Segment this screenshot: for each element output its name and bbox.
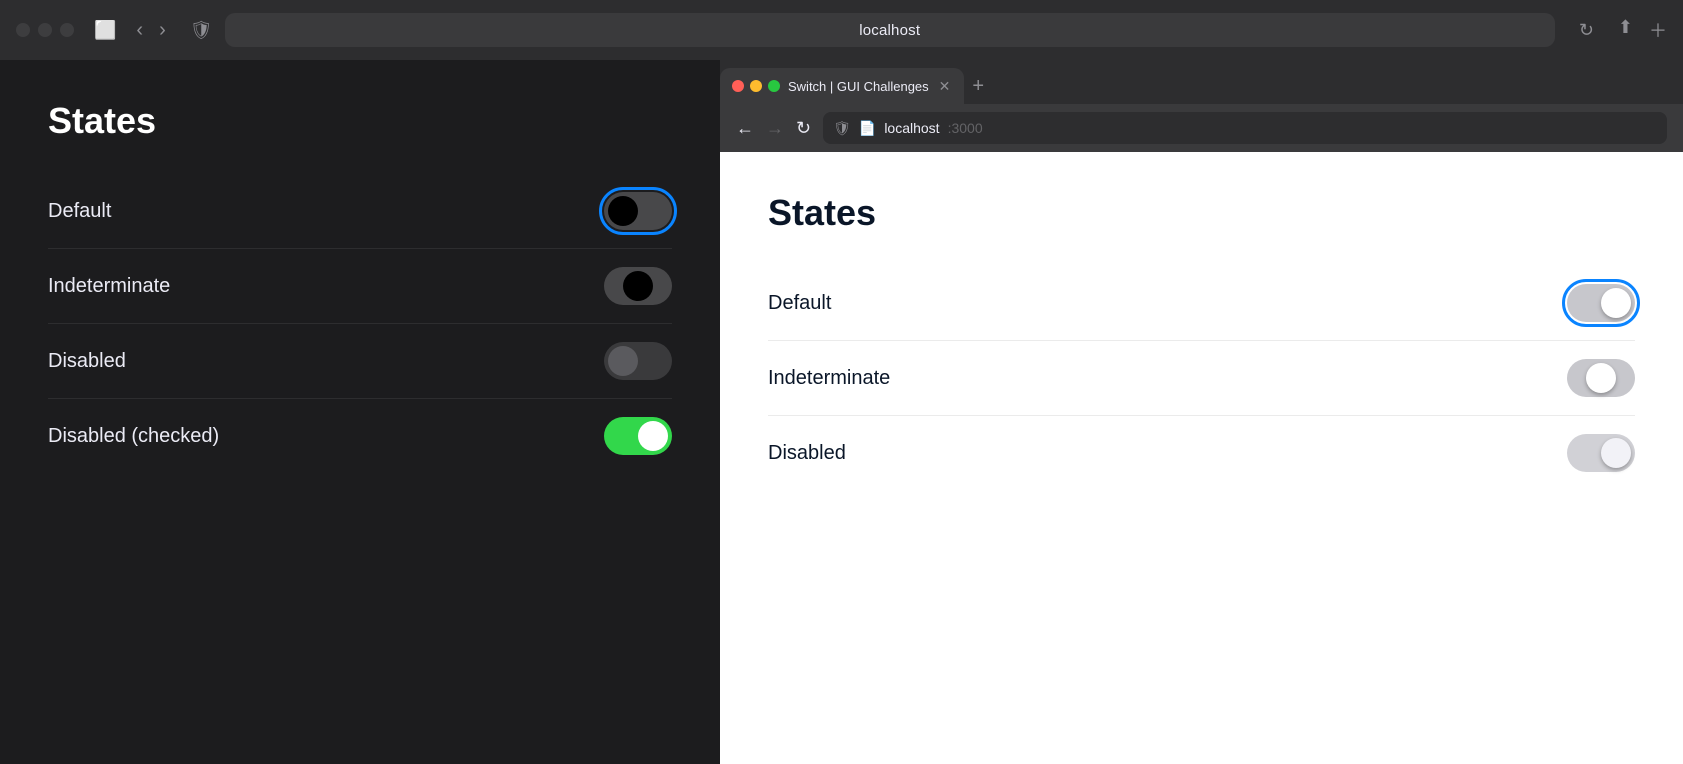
toggle-disabled-light (1567, 434, 1635, 472)
left-row-indeterminate: Indeterminate (48, 249, 672, 323)
right-label-default: Default (768, 292, 831, 315)
left-row-default: Default (48, 174, 672, 248)
url-port: :3000 (948, 120, 983, 136)
toggle-knob (638, 421, 668, 451)
toggle-knob (608, 196, 638, 226)
toggle-disabled-dark (604, 342, 672, 380)
forward-button[interactable]: › (155, 17, 170, 44)
share-icon[interactable]: ⬆ (1618, 17, 1633, 43)
right-row-indeterminate: Indeterminate (768, 341, 1635, 415)
url-shield-icon: 🛡 (833, 120, 851, 137)
right-toolbar: ⬆ ＋ (1618, 17, 1667, 43)
minimize-traffic-light[interactable] (38, 23, 52, 37)
left-section-title: States (48, 100, 672, 142)
tab-close-button[interactable]: ✕ (937, 76, 953, 97)
toggle-indeterminate-light[interactable] (1567, 359, 1635, 397)
address-text: localhost (859, 22, 920, 39)
toggle-default-light[interactable] (1567, 284, 1635, 322)
new-tab-button[interactable]: + (964, 68, 992, 104)
toggle-knob (623, 271, 653, 301)
reload-button[interactable]: ↻ (1579, 20, 1594, 41)
back-button[interactable]: ‹ (132, 17, 147, 44)
toggle-indeterminate-dark[interactable] (604, 267, 672, 305)
tab-min-dot[interactable] (750, 80, 762, 92)
left-label-disabled: Disabled (48, 350, 126, 373)
browser-content: States Default Indeterminate Disabled (720, 152, 1683, 764)
new-tab-icon[interactable]: ＋ (1649, 17, 1667, 43)
browser-chrome: ⬜ ‹ › 🛡 localhost ↻ ⬆ ＋ (0, 0, 1683, 60)
toggle-knob (1601, 438, 1631, 468)
toggle-default-dark[interactable] (604, 192, 672, 230)
tab-close-dot[interactable] (732, 80, 744, 92)
maximize-traffic-light[interactable] (60, 23, 74, 37)
toggle-knob (608, 346, 638, 376)
browser-window: Switch | GUI Challenges ✕ + ← → ↻ 🛡 📄 lo… (720, 60, 1683, 764)
tab-max-dot[interactable] (768, 80, 780, 92)
url-doc-icon: 📄 (859, 120, 876, 137)
url-back-button[interactable]: ← (736, 118, 754, 139)
left-label-disabled-checked: Disabled (checked) (48, 425, 219, 448)
url-bar: ← → ↻ 🛡 📄 localhost :3000 (720, 104, 1683, 152)
tab-title: Switch | GUI Challenges (788, 79, 929, 94)
right-row-default: Default (768, 266, 1635, 340)
url-reload-button[interactable]: ↻ (796, 118, 811, 139)
shield-icon: 🛡 (190, 20, 213, 41)
tab-bar: Switch | GUI Challenges ✕ + (720, 60, 1683, 104)
right-row-disabled: Disabled (768, 416, 1635, 490)
url-forward-button[interactable]: → (766, 118, 784, 139)
tab-traffic-lights (732, 80, 780, 92)
left-row-disabled-checked: Disabled (checked) (48, 399, 672, 473)
nav-arrows: ‹ › (132, 17, 169, 44)
url-hostname: localhost (884, 120, 939, 136)
traffic-lights (16, 23, 74, 37)
toggle-green-dark[interactable] (604, 417, 672, 455)
left-label-default: Default (48, 200, 111, 223)
right-label-disabled: Disabled (768, 442, 846, 465)
right-panel: States Default Indeterminate Disabled (720, 152, 1683, 530)
close-traffic-light[interactable] (16, 23, 30, 37)
url-input[interactable]: 🛡 📄 localhost :3000 (823, 112, 1667, 144)
right-section-title: States (768, 192, 1635, 234)
right-label-indeterminate: Indeterminate (768, 367, 890, 390)
left-row-disabled: Disabled (48, 324, 672, 398)
toggle-knob (1601, 288, 1631, 318)
address-bar[interactable]: localhost (225, 13, 1555, 47)
left-label-indeterminate: Indeterminate (48, 275, 170, 298)
left-panel: States Default Indeterminate Disabled Di… (0, 60, 720, 764)
sidebar-icon[interactable]: ⬜ (94, 20, 116, 41)
toggle-knob (1586, 363, 1616, 393)
tab-item[interactable]: Switch | GUI Challenges ✕ (720, 68, 964, 104)
